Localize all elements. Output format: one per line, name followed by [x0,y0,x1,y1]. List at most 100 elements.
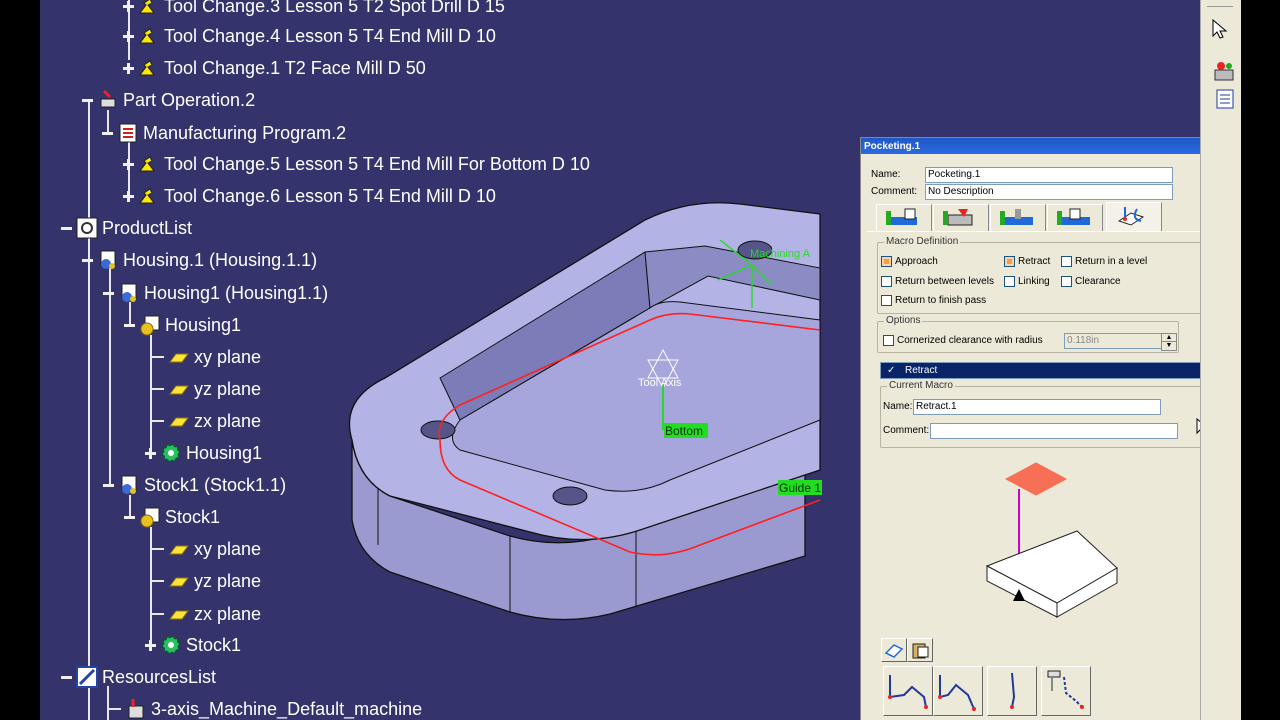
macro-preview-diagram[interactable] [961,453,1151,623]
housing-part[interactable] [348,202,821,621]
tree-node-tool-change-4[interactable]: Tool Change.4 Lesson 5 T4 End Mill D 10 [123,23,496,49]
tool-change-icon [139,28,155,44]
manufacturing-view-icon[interactable] [1213,60,1237,84]
expand-icon[interactable] [123,30,134,42]
collapse-icon[interactable] [103,288,114,299]
macro-approach-mode-button-4[interactable] [1041,666,1091,716]
tree-node-yz-plane-a[interactable]: yz plane [150,376,261,402]
tree-node-zx-plane-b[interactable]: zx plane [150,601,261,627]
bottom-label[interactable]: Bottom [665,424,703,438]
macro-comment-field[interactable] [930,423,1178,439]
return-to-finish-pass-checkbox[interactable] [881,295,892,306]
tree-node-housing1-product[interactable]: Housing1 (Housing1.1) [103,280,328,306]
expand-icon[interactable] [123,158,134,170]
tree-node-stock1-product[interactable]: Stock1 (Stock1.1) [103,472,286,498]
select-cursor-icon[interactable] [1211,18,1231,40]
product-icon [100,250,116,269]
macro-type-select[interactable]: ✓ Retract ▼ [880,362,1240,379]
tree-node-housing-1[interactable]: Housing.1 (Housing.1.1) [82,247,317,273]
comment-field[interactable]: No Description [925,184,1173,200]
tree-node-stock1-part[interactable]: Stock1 [124,504,220,530]
tab-strategy[interactable] [876,204,932,231]
document-list-icon[interactable] [1215,88,1235,110]
tree-node-machine[interactable]: 3-axis_Machine_Default_machine [107,696,422,720]
tree-node-part-operation-2[interactable]: Part Operation.2 [82,87,255,113]
tool-change-icon [139,156,155,172]
approach-checkbox[interactable] [881,256,892,267]
machine-icon [128,699,144,719]
tool-change-icon [139,188,155,204]
tree-node-yz-plane-b[interactable]: yz plane [150,568,261,594]
tab-geometry[interactable] [933,204,989,231]
tree-node-tool-change-3[interactable]: Tool Change.3 Lesson 5 T2 Spot Drill D 1… [123,0,505,19]
expand-icon[interactable] [123,62,134,74]
expand-icon[interactable] [145,447,156,459]
tree-node-xy-plane-b[interactable]: xy plane [150,536,261,562]
collapse-icon[interactable] [102,128,113,139]
return-to-finish-pass-label: Return to finish pass [895,295,987,306]
tree-node-housing1-part[interactable]: Housing1 [124,312,241,338]
name-field[interactable]: Pocketing.1 [925,167,1173,183]
collapse-icon[interactable] [82,255,93,266]
tree-label: Housing1 [186,442,263,463]
collapse-icon[interactable] [124,320,135,331]
tree-label: Tool Change.6 Lesson 5 T4 End Mill D 10 [164,185,496,206]
collapse-icon[interactable] [124,512,135,523]
tree-label: Manufacturing Program.2 [143,122,347,143]
macro-approach-mode-button-2[interactable] [933,666,983,716]
plane-icon [169,610,189,620]
plane-icon [169,545,189,555]
tool-change-icon [139,0,155,14]
tree-node-manufacturing-program-2[interactable]: Manufacturing Program.2 [102,120,346,146]
tree-node-product-list[interactable]: ProductList [61,215,192,241]
expand-icon[interactable] [123,190,134,202]
dialog-title-bar[interactable]: Pocketing.1 ? X [861,138,1240,154]
retract-label: Retract [1018,256,1051,267]
tree-node-xy-plane-a[interactable]: xy plane [150,344,261,370]
tree-label: 3-axis_Machine_Default_machine [151,698,423,719]
eraser-button[interactable] [881,638,907,662]
return-in-level-checkbox[interactable] [1061,256,1072,267]
macro-approach-mode-button-3[interactable] [987,666,1037,716]
return-in-level-label: Return in a level [1075,256,1148,267]
tab-macros[interactable] [1106,202,1162,232]
tree-node-stock1-body[interactable]: Stock1 [145,632,241,658]
tree-node-housing1-body[interactable]: Housing1 [145,440,262,466]
collapse-icon[interactable] [61,672,72,683]
radius-field[interactable]: 0.118in [1064,333,1164,349]
return-between-levels-checkbox[interactable] [881,276,892,287]
tree-node-zx-plane-a[interactable]: zx plane [150,408,261,434]
tree-node-tool-change-5[interactable]: Tool Change.5 Lesson 5 T4 End Mill For B… [123,151,590,177]
tree-node-resources-list[interactable]: ResourcesList [61,664,216,690]
cornerized-clearance-checkbox[interactable] [883,335,894,346]
macro-name-field[interactable]: Retract.1 [913,399,1161,415]
linking-checkbox[interactable] [1004,276,1015,287]
collapse-icon[interactable] [61,223,72,234]
toolpath-mode-icon [1047,670,1084,709]
guide-label[interactable]: Guide 1 [779,481,821,495]
tree-node-tool-change-1[interactable]: Tool Change.1 T2 Face Mill D 50 [123,55,426,81]
collapse-icon[interactable] [82,95,93,106]
tree-node-tool-change-6[interactable]: Tool Change.6 Lesson 5 T4 End Mill D 10 [123,183,496,209]
expand-icon[interactable] [145,639,156,651]
macro-name-label: Name: [883,401,913,412]
macros-tab-icon [1117,207,1145,226]
tab-feeds-speeds[interactable] [1047,204,1103,231]
plane-icon [169,353,189,363]
paste-button[interactable] [907,638,933,662]
tree-label: xy plane [194,538,262,559]
tree-label: Stock1 (Stock1.1) [144,474,287,495]
collapse-icon[interactable] [103,480,114,491]
retract-checkbox[interactable] [1004,256,1015,267]
macro-approach-mode-button-1[interactable] [883,666,933,716]
tree-label: Tool Change.1 T2 Face Mill D 50 [164,57,426,78]
expand-icon[interactable] [123,0,134,12]
clearance-checkbox[interactable] [1061,276,1072,287]
radius-spinner[interactable]: ▲ ▼ [1161,333,1177,351]
product-icon [121,475,137,494]
resources-list-icon [76,666,98,688]
tree-label: Stock1 [186,634,242,655]
tool-axis-label: Tool Axis [638,377,682,389]
tab-tool[interactable] [990,204,1046,231]
plane-icon [169,577,189,587]
